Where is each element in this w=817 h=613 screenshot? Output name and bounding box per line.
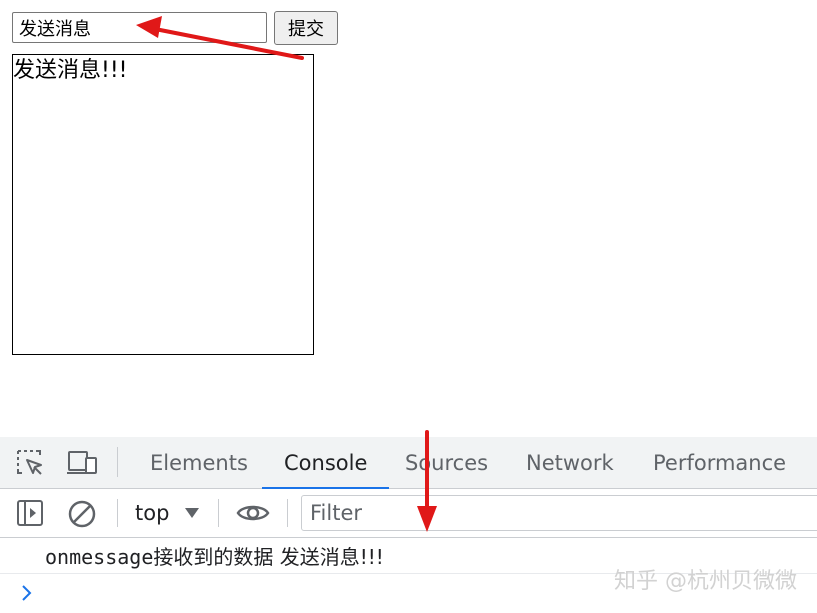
toolbar-divider-1	[117, 499, 118, 527]
console-log-label: 接收到的数据	[153, 545, 280, 569]
device-toolbar-icon[interactable]	[66, 449, 98, 477]
clear-console-icon[interactable]	[67, 499, 97, 529]
toolbar-divider-2	[218, 499, 219, 527]
tab-sources[interactable]: Sources	[405, 437, 488, 488]
console-log-prefix: onmessage	[45, 545, 154, 569]
sidebar-toggle-icon[interactable]	[16, 499, 44, 527]
console-toolbar: top	[0, 489, 817, 538]
console-prompt-icon[interactable]	[20, 583, 34, 603]
message-input[interactable]	[12, 12, 267, 43]
inspect-element-icon[interactable]	[16, 449, 44, 477]
submit-button[interactable]: 提交	[274, 11, 338, 45]
eye-icon[interactable]	[236, 501, 270, 525]
filter-input[interactable]	[301, 495, 817, 531]
chevron-down-icon[interactable]	[185, 508, 199, 518]
context-selector[interactable]: top	[135, 496, 169, 530]
toolbar-divider-3	[287, 499, 288, 527]
console-log-value: 发送消息!!!	[279, 545, 384, 569]
tabbar-divider	[117, 447, 118, 477]
devtools-tabbar: Elements Console Sources Network Perform…	[0, 437, 817, 489]
message-display-text: 发送消息!!!	[13, 58, 128, 83]
console-log-text: onmessage接收到的数据 发送消息!!!	[45, 544, 384, 570]
tab-elements[interactable]: Elements	[150, 437, 248, 488]
tab-network[interactable]: Network	[526, 437, 614, 488]
tab-performance[interactable]: Performance	[653, 437, 786, 488]
message-display-box: 发送消息!!!	[12, 54, 314, 355]
watermark: 知乎 @杭州贝微微	[614, 569, 797, 594]
tab-console[interactable]: Console	[261, 437, 390, 489]
